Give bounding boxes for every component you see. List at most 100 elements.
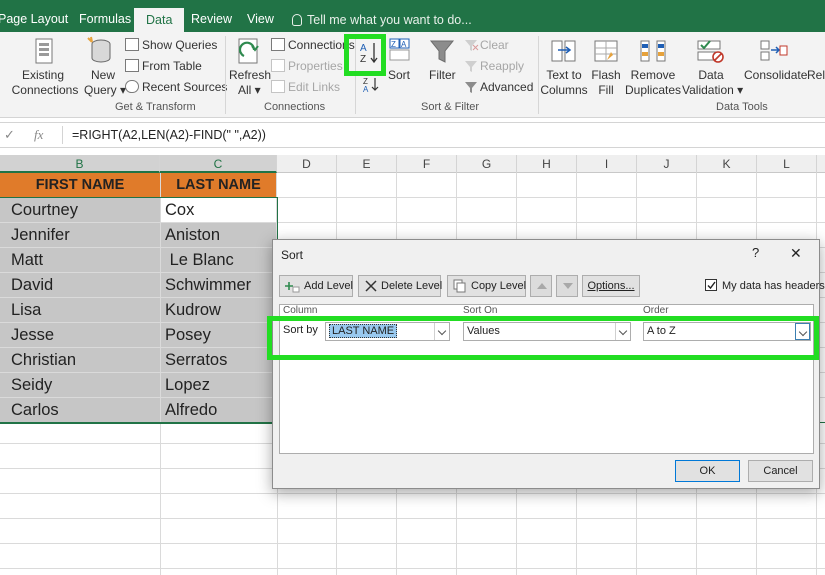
svg-text:A: A <box>401 40 407 49</box>
column-header-c[interactable]: C <box>160 155 277 173</box>
reapply-button[interactable]: Reapply <box>480 59 524 73</box>
cell-last-name[interactable]: Aniston <box>161 223 277 247</box>
filter-button[interactable]: Filter <box>429 68 456 82</box>
connections-icon <box>271 38 285 51</box>
sort-a-to-z-icon[interactable]: A Z <box>360 41 382 67</box>
help-button[interactable]: ? <box>752 245 759 260</box>
advanced-button[interactable]: Advanced <box>480 80 533 94</box>
data-validation-label-1: Data <box>698 68 724 82</box>
column-header-e[interactable]: E <box>337 155 397 173</box>
cell-first-name[interactable]: Carlos <box>0 398 161 422</box>
cell-first-name[interactable]: David <box>0 273 161 297</box>
column-header-d[interactable]: D <box>277 155 337 173</box>
existing-label-1: Existing <box>22 68 65 82</box>
reapply-icon <box>465 61 477 72</box>
column-header-b[interactable]: B <box>0 155 160 173</box>
show-queries-button[interactable]: Show Queries <box>142 38 217 52</box>
ribbon-tab-bar: Page Layout Formulas Data Review View Te… <box>0 0 825 32</box>
copy-level-icon <box>453 279 466 293</box>
move-up-button[interactable] <box>530 275 552 297</box>
cell-first-name[interactable]: Seidy <box>0 373 161 397</box>
cell-first-name[interactable]: Courtney <box>0 198 161 222</box>
tab-page-layout[interactable]: Page Layout <box>0 8 68 32</box>
cell-last-name-active[interactable]: Cox <box>161 198 277 222</box>
recent-sources-button[interactable]: Recent Sources <box>142 80 227 94</box>
svg-text:Z: Z <box>360 54 366 65</box>
group-separator <box>225 36 226 114</box>
header-last-name[interactable]: LAST NAME <box>161 173 277 197</box>
refresh-label-2: All ▾ <box>238 83 261 97</box>
tell-me-box[interactable]: Tell me what you want to do... <box>292 8 472 32</box>
cell-first-name[interactable]: Matt <box>0 248 161 272</box>
tab-view[interactable]: View <box>247 8 274 32</box>
cell-last-name[interactable]: Serratos <box>161 348 277 372</box>
column-header-h[interactable]: H <box>517 155 577 173</box>
column-header-l[interactable]: L <box>757 155 817 173</box>
column-header-i[interactable]: I <box>577 155 637 173</box>
cell-last-name[interactable]: Le Blanc <box>161 248 277 272</box>
cell-first-name[interactable]: Lisa <box>0 298 161 322</box>
column-header-j[interactable]: J <box>637 155 697 173</box>
cell-last-name[interactable]: Kudrow <box>161 298 277 322</box>
cell-last-name[interactable]: Lopez <box>161 373 277 397</box>
options-button[interactable]: Options... <box>582 275 640 297</box>
table-row: Courtney Cox <box>0 198 825 223</box>
properties-button[interactable]: Properties <box>288 59 343 73</box>
cancel-button[interactable]: Cancel <box>748 460 813 482</box>
column-header-row: B C D E F G H I J K L <box>0 155 825 173</box>
group-label-get-transform: Get & Transform <box>115 101 196 113</box>
advanced-filter-icon <box>465 82 477 93</box>
column-header-k[interactable]: K <box>697 155 757 173</box>
clear-button[interactable]: Clear <box>480 38 509 52</box>
sort-button[interactable]: Sort <box>388 68 410 82</box>
sort-dialog: Sort ? ✕ Add Level Delete Level Copy Lev… <box>267 239 825 489</box>
move-down-button[interactable] <box>556 275 578 297</box>
sort-z-to-a-icon[interactable]: Z A <box>363 76 381 92</box>
consolidate-icon <box>760 40 788 61</box>
add-level-button[interactable]: Add Level <box>279 275 353 297</box>
ok-button[interactable]: OK <box>675 460 740 482</box>
data-validation-label-2: Validation ▾ <box>682 83 744 97</box>
tell-me-text: Tell me what you want to do... <box>307 13 472 27</box>
cell-last-name[interactable]: Posey <box>161 323 277 347</box>
delete-x-icon <box>365 280 377 292</box>
headers-checkbox[interactable] <box>705 279 717 291</box>
delete-level-label: Delete Level <box>381 280 443 292</box>
cell-last-name[interactable]: Schwimmer <box>161 273 277 297</box>
cell-first-name[interactable]: Jennifer <box>0 223 161 247</box>
remove-duplicates-label-2: Duplicates <box>624 83 682 97</box>
delete-level-button[interactable]: Delete Level <box>358 275 443 297</box>
table-header-row: FIRST NAME LAST NAME <box>0 173 825 198</box>
cell-first-name[interactable]: Jesse <box>0 323 161 347</box>
existing-connections-icon <box>35 38 53 64</box>
enter-check-icon[interactable]: ✓ <box>4 127 15 143</box>
tab-data[interactable]: Data <box>134 8 185 32</box>
svg-text:A: A <box>363 85 369 92</box>
column-header-f[interactable]: F <box>397 155 457 173</box>
existing-label-2: Connections <box>11 83 79 97</box>
ribbon: Existing Connections New Query ▾ Show Qu… <box>0 32 825 118</box>
header-first-name[interactable]: FIRST NAME <box>0 173 161 197</box>
tab-formulas[interactable]: Formulas <box>79 8 131 32</box>
column-header-g[interactable]: G <box>457 155 517 173</box>
recent-sources-icon <box>125 80 139 93</box>
text-to-columns-icon <box>551 40 576 62</box>
copy-level-button[interactable]: Copy Level <box>447 275 526 297</box>
lightbulb-icon <box>292 14 302 26</box>
filter-icon <box>429 40 455 63</box>
insert-function-icon[interactable]: fx <box>34 127 43 143</box>
dialog-title: Sort <box>281 248 304 262</box>
tab-review[interactable]: Review <box>191 8 232 32</box>
move-down-icon <box>563 283 573 289</box>
cell-last-name[interactable]: Alfredo <box>161 398 277 422</box>
edit-links-button[interactable]: Edit Links <box>288 80 340 94</box>
group-label-data-tools: Data Tools <box>716 101 768 113</box>
relationships-button[interactable]: Rela <box>807 68 825 82</box>
formula-input[interactable]: =RIGHT(A2,LEN(A2)-FIND(" ",A2)) <box>72 128 266 142</box>
group-label-connections: Connections <box>264 101 326 113</box>
data-validation-icon <box>697 40 724 63</box>
consolidate-button[interactable]: Consolidate <box>744 68 807 82</box>
cell-first-name[interactable]: Christian <box>0 348 161 372</box>
from-table-button[interactable]: From Table <box>142 59 202 73</box>
close-button[interactable]: ✕ <box>790 245 802 262</box>
